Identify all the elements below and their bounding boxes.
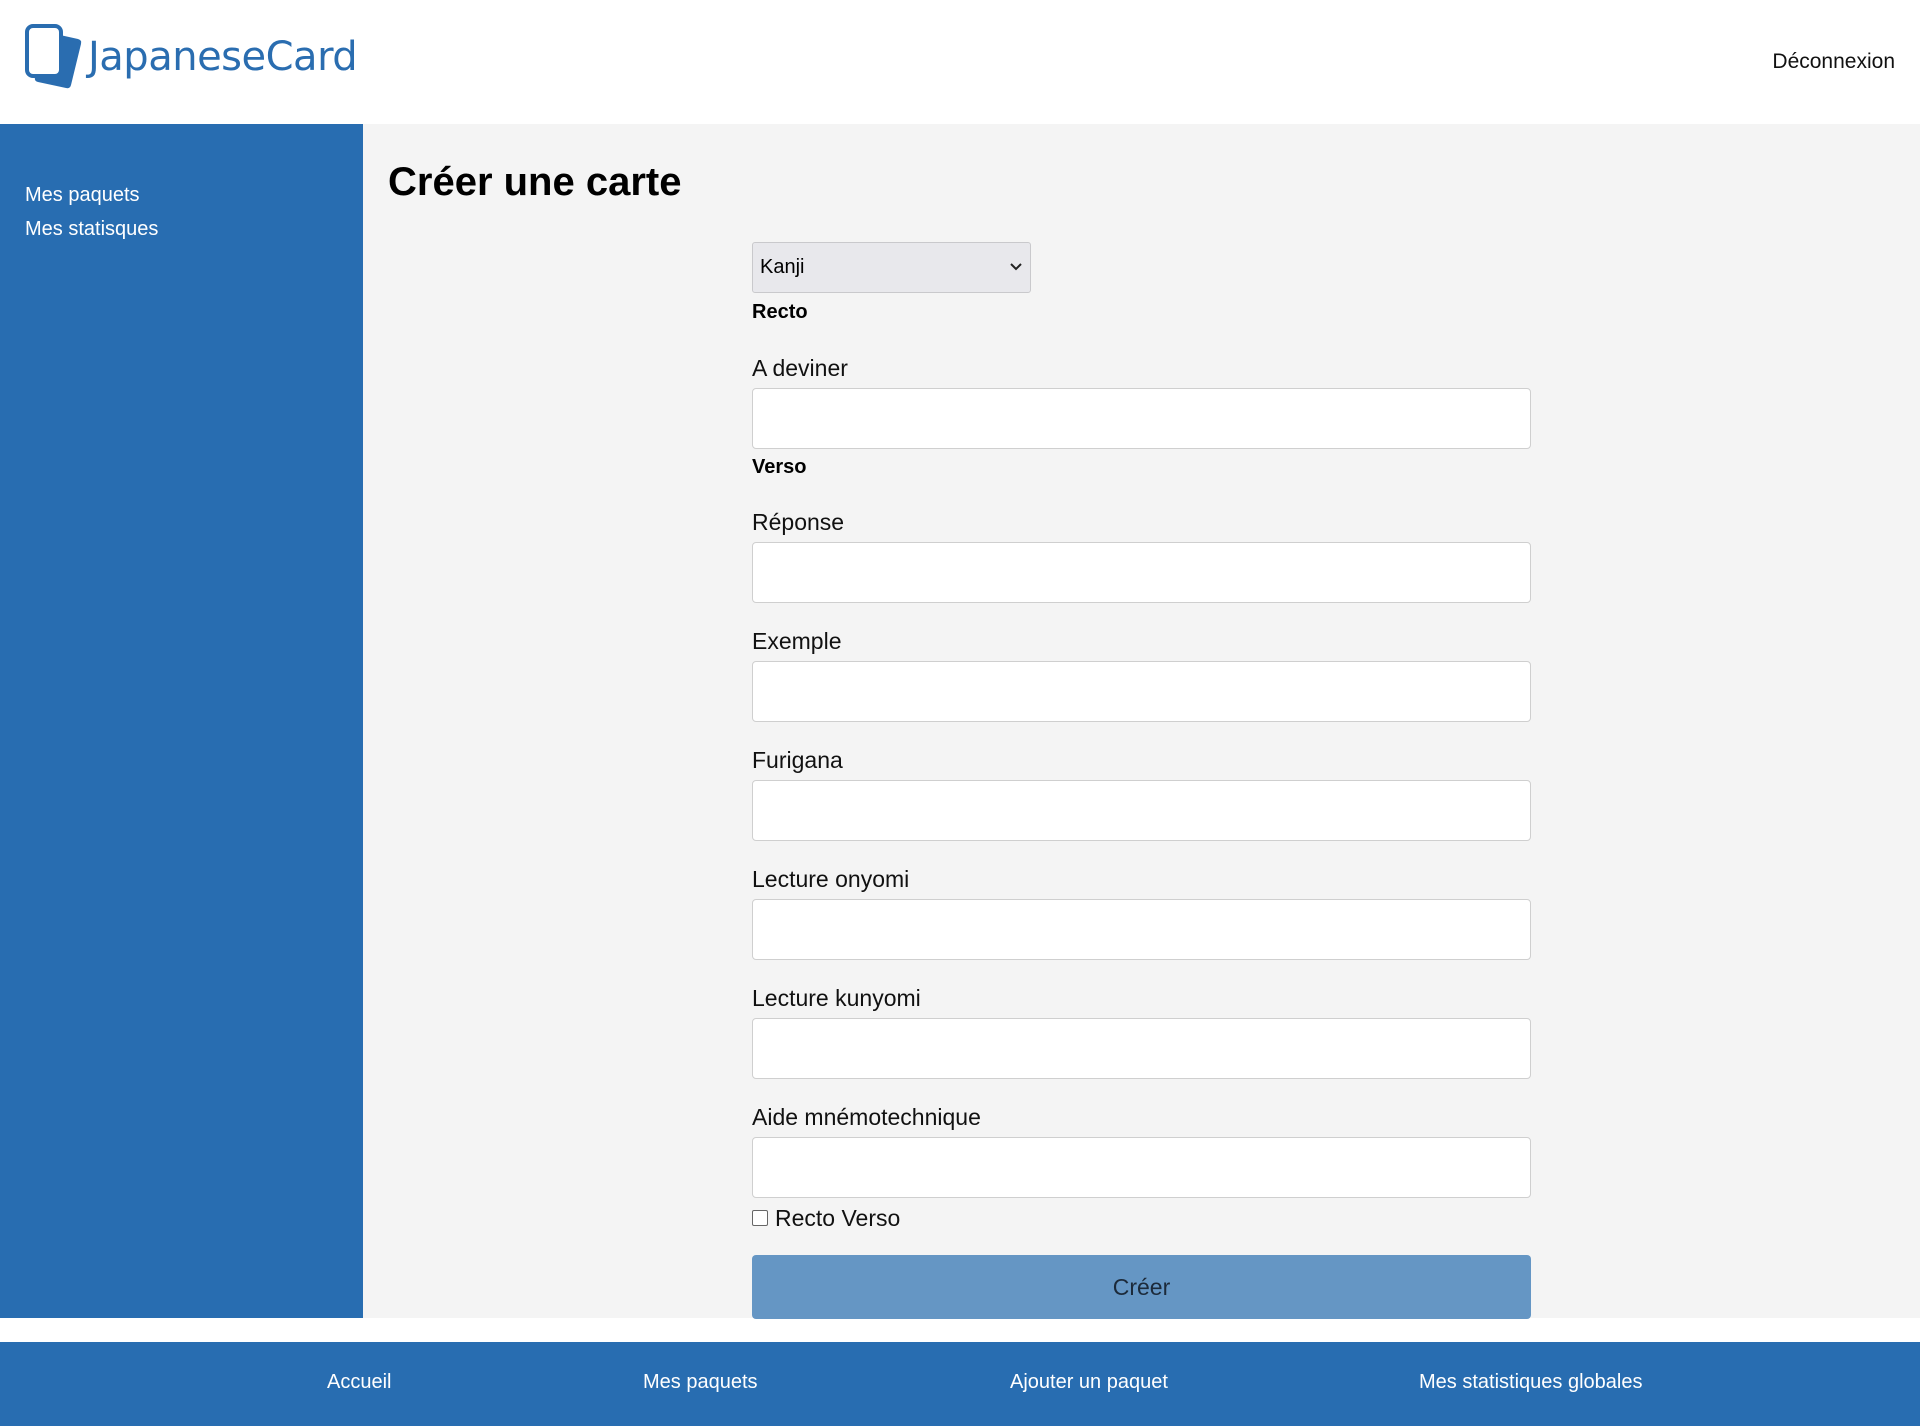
chevron-down-icon xyxy=(1010,263,1022,271)
recto-verso-label[interactable]: Recto Verso xyxy=(775,1205,900,1232)
lecture-onyomi-input[interactable] xyxy=(752,899,1531,960)
reponse-input[interactable] xyxy=(752,542,1531,603)
lecture-onyomi-label: Lecture onyomi xyxy=(752,866,910,892)
cards-icon xyxy=(25,24,82,89)
furigana-label: Furigana xyxy=(752,747,843,773)
recto-verso-row: Recto Verso xyxy=(752,1203,1531,1233)
logo-text: JapaneseCard xyxy=(88,34,358,80)
sidebar-item-mes-statisques[interactable]: Mes statisques xyxy=(0,212,363,246)
footer: Accueil Mes paquets Ajouter un paquet Me… xyxy=(0,1342,1920,1426)
exemple-input[interactable] xyxy=(752,661,1531,722)
reponse-label: Réponse xyxy=(752,509,845,535)
create-card-form: Kanji Recto A deviner Verso Réponse Exem… xyxy=(752,242,1531,1319)
recto-section-title: Recto xyxy=(752,301,808,323)
header: JapaneseCard Déconnexion xyxy=(0,0,1920,124)
a-deviner-label: A deviner xyxy=(752,355,848,381)
sidebar-item-mes-paquets[interactable]: Mes paquets xyxy=(0,178,363,212)
footer-link-mes-paquets[interactable]: Mes paquets xyxy=(643,1371,758,1394)
logout-link[interactable]: Déconnexion xyxy=(1772,50,1895,74)
card-type-select-value: Kanji xyxy=(760,256,805,278)
furigana-input[interactable] xyxy=(752,780,1531,841)
create-button[interactable]: Créer xyxy=(752,1255,1531,1319)
lecture-kunyomi-label: Lecture kunyomi xyxy=(752,985,921,1011)
sidebar: Mes paquets Mes statisques xyxy=(0,124,363,1318)
footer-link-ajouter-un-paquet[interactable]: Ajouter un paquet xyxy=(1010,1371,1168,1394)
footer-link-mes-statistiques-globales[interactable]: Mes statistiques globales xyxy=(1419,1371,1642,1394)
page-title: Créer une carte xyxy=(388,160,682,204)
verso-section-title: Verso xyxy=(752,456,807,478)
aide-mnemotechnique-label: Aide mnémotechnique xyxy=(752,1104,981,1130)
card-type-select[interactable]: Kanji xyxy=(752,242,1031,293)
a-deviner-input[interactable] xyxy=(752,388,1531,449)
footer-link-accueil[interactable]: Accueil xyxy=(327,1371,391,1394)
lecture-kunyomi-input[interactable] xyxy=(752,1018,1531,1079)
exemple-label: Exemple xyxy=(752,628,842,654)
aide-mnemotechnique-input[interactable] xyxy=(752,1137,1531,1198)
main-content: Créer une carte Kanji Recto A deviner Ve… xyxy=(363,124,1920,1319)
logo[interactable]: JapaneseCard xyxy=(24,22,358,92)
recto-verso-checkbox[interactable] xyxy=(752,1210,768,1226)
